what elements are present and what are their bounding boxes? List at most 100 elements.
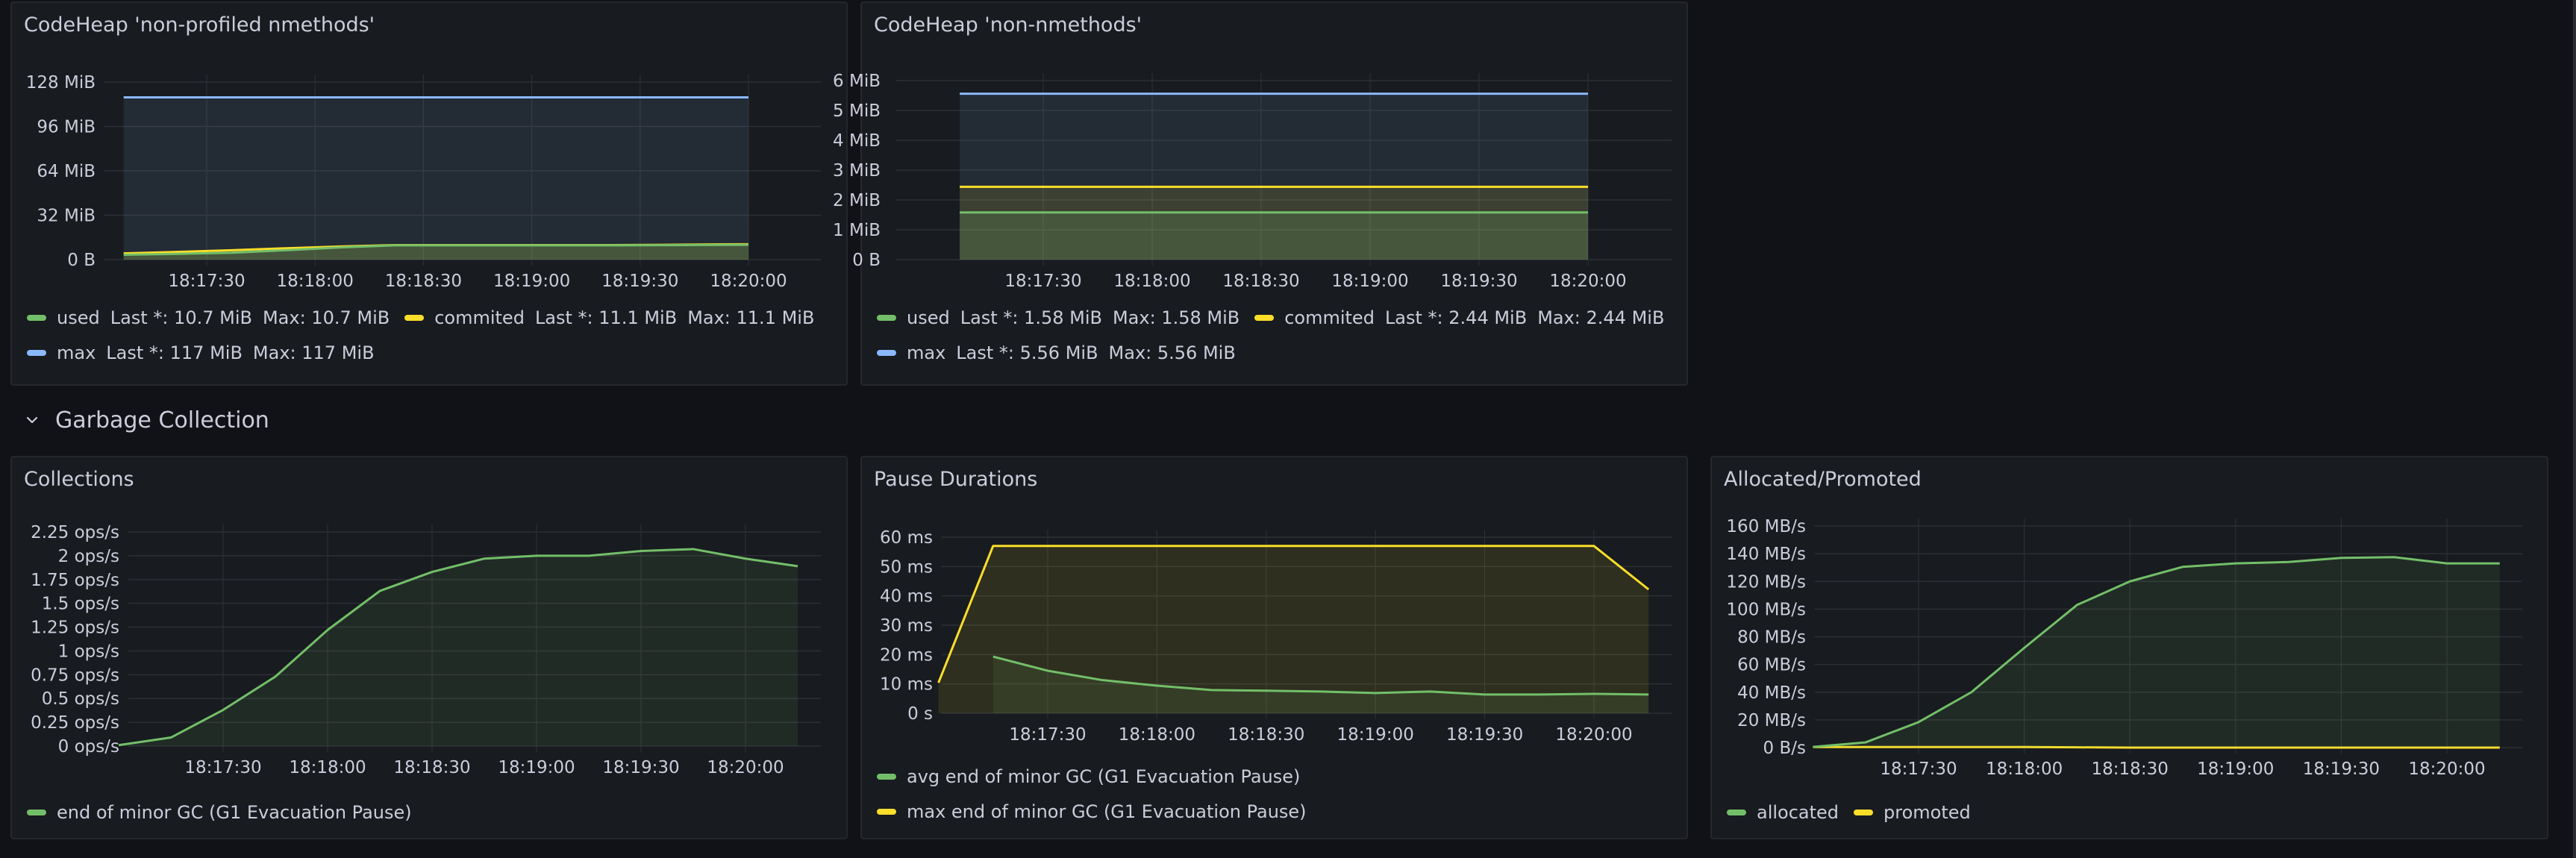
legend-label: max: [57, 342, 96, 363]
x-tick-label: 18:20:00: [710, 272, 787, 291]
legend-label: used: [57, 307, 100, 328]
legend-swatch-icon: [27, 350, 46, 356]
y-tick-label: 1 MiB: [833, 221, 881, 240]
chart-0: 0 B 32 MiB 64 MiB 96 MiB 128 MiB 18:17:30 18:1…: [26, 73, 821, 291]
y-tick-label: 50 ms: [880, 557, 933, 577]
chart-4: 0 B/s 20 MB/s 40 MB/s 60 MB/s 80 MB/s 100 MB/…: [1726, 517, 2522, 779]
y-tick-label: 5 MiB: [833, 101, 881, 121]
x-tick-label: 18:17:30: [184, 758, 261, 777]
x-tick-label: 18:19:30: [2303, 760, 2380, 779]
y-tick-label: 60 ms: [880, 528, 933, 548]
y-tick-label: 120 MB/s: [1726, 572, 1806, 592]
y-tick-label: 0 B/s: [1763, 739, 1806, 758]
legend-item[interactable]: avg end of minor GC (G1 Evacuation Pause…: [877, 766, 1300, 787]
x-tick-label: 18:19:30: [601, 272, 678, 291]
y-tick-label: 0 B: [852, 251, 881, 270]
legend-label: max end of minor GC (G1 Evacuation Pause…: [907, 801, 1307, 822]
legend-stat-max: Max: 11.1 MiB: [687, 307, 815, 328]
legend-item[interactable]: used Last *: 10.7 MiB Max: 10.7 MiB: [27, 307, 390, 328]
series-area-used: [960, 212, 1588, 260]
legend-stat-last: Last *: 2.44 MiB: [1384, 307, 1528, 328]
y-tick-label: 2 ops/s: [58, 547, 119, 566]
x-tick-label: 18:17:30: [1009, 725, 1086, 745]
x-tick-label: 18:19:30: [602, 758, 679, 777]
legend-swatch-icon: [27, 810, 46, 815]
legend-row: allocated promoted: [1727, 802, 1986, 823]
legend-swatch-icon: [27, 315, 46, 321]
y-tick-label: 1 ops/s: [58, 642, 119, 661]
legend-item[interactable]: commited Last *: 2.44 MiB Max: 2.44 MiB: [1254, 307, 1664, 328]
x-tick-label: 18:20:00: [2408, 760, 2485, 779]
legend-item[interactable]: promoted: [1854, 802, 1971, 823]
legend-label: used: [907, 307, 950, 328]
legend-label: commited: [1284, 307, 1375, 328]
legend-stat-max: Max: 1.58 MiB: [1112, 307, 1240, 328]
legend-item[interactable]: used Last *: 1.58 MiB Max: 1.58 MiB: [877, 307, 1239, 328]
y-tick-label: 4 MiB: [833, 131, 881, 151]
legend-row: max Last *: 117 MiB Max: 117 MiB: [27, 342, 390, 363]
chart-3: 0 s 10 ms 20 ms 30 ms 40 ms 50 ms 60 ms 18:17:3…: [880, 528, 1672, 745]
x-tick-label: 18:18:00: [277, 272, 354, 291]
x-tick-label: 18:18:30: [1222, 272, 1299, 291]
legend-item[interactable]: end of minor GC (G1 Evacuation Pause): [27, 802, 412, 823]
x-tick-label: 18:19:00: [1337, 725, 1414, 745]
y-tick-label: 64 MiB: [37, 162, 96, 181]
y-tick-label: 1.75 ops/s: [31, 571, 119, 590]
y-tick-label: 1.5 ops/s: [42, 595, 119, 614]
x-tick-label: 18:17:30: [168, 272, 245, 291]
legend-item[interactable]: max Last *: 117 MiB Max: 117 MiB: [27, 342, 375, 363]
page-scrollbar[interactable]: [2573, 0, 2576, 858]
x-tick-label: 18:18:00: [289, 758, 366, 777]
y-tick-label: 80 MB/s: [1737, 628, 1806, 648]
legend-stat-max: Max: 10.7 MiB: [262, 307, 390, 328]
y-tick-label: 60 MB/s: [1737, 656, 1806, 675]
x-tick-label: 18:19:30: [1446, 725, 1523, 745]
legend-item[interactable]: max Last *: 5.56 MiB Max: 5.56 MiB: [877, 342, 1236, 363]
legend-label: avg end of minor GC (G1 Evacuation Pause…: [907, 766, 1301, 787]
y-tick-label: 2 MiB: [833, 191, 881, 210]
legend-stat-last: Last *: 117 MiB: [106, 342, 243, 363]
legend-stat-max: Max: 117 MiB: [252, 342, 375, 363]
x-tick-label: 18:20:00: [1555, 725, 1632, 745]
legend-item[interactable]: commited Last *: 11.1 MiB Max: 11.1 MiB: [404, 307, 814, 328]
legend-stat-last: Last *: 11.1 MiB: [534, 307, 678, 328]
legend-item[interactable]: allocated: [1727, 802, 1839, 823]
legend-row: max Last *: 5.56 MiB Max: 5.56 MiB: [877, 342, 1251, 363]
y-tick-label: 0 ops/s: [58, 737, 119, 757]
x-tick-label: 18:18:00: [1113, 272, 1190, 291]
y-tick-label: 6 MiB: [833, 72, 881, 91]
y-tick-label: 128 MiB: [26, 73, 96, 93]
charts-layer: 0 B 32 MiB 64 MiB 96 MiB 128 MiB 18:17:30 18:1…: [26, 72, 2522, 779]
legend-swatch-icon: [1727, 810, 1746, 815]
y-tick-label: 30 ms: [880, 616, 933, 636]
legend-row: avg end of minor GC (G1 Evacuation Pause…: [877, 766, 1315, 787]
y-tick-label: 96 MiB: [37, 118, 96, 137]
legend-item[interactable]: max end of minor GC (G1 Evacuation Pause…: [877, 801, 1307, 822]
x-tick-label: 18:17:30: [1880, 760, 1957, 779]
legend-label: max: [907, 342, 946, 363]
chart-2: 0 ops/s 0.25 ops/s 0.5 ops/s 0.75 ops/s 1 op…: [31, 523, 821, 777]
y-tick-label: 0.25 ops/s: [31, 713, 119, 733]
legend-stat-max: Max: 5.56 MiB: [1108, 342, 1236, 363]
legend-swatch-icon: [877, 315, 896, 321]
series-area-max: [123, 97, 748, 260]
x-tick-label: 18:18:30: [385, 272, 462, 291]
x-tick-label: 18:18:30: [2092, 760, 2169, 779]
legend-swatch-icon: [1854, 810, 1874, 815]
x-tick-label: 18:19:30: [1440, 272, 1517, 291]
legend-row: end of minor GC (G1 Evacuation Pause): [27, 802, 427, 823]
y-tick-label: 160 MB/s: [1726, 517, 1806, 536]
x-tick-label: 18:20:00: [1549, 272, 1626, 291]
legend-label: allocated: [1757, 802, 1839, 823]
x-tick-label: 18:19:00: [498, 758, 575, 777]
y-tick-label: 0 B: [67, 251, 96, 270]
legend-stat-max: Max: 2.44 MiB: [1537, 307, 1665, 328]
legend-stat-last: Last *: 1.58 MiB: [960, 307, 1102, 328]
x-tick-label: 18:18:00: [1119, 725, 1195, 745]
legend-stat-last: Last *: 5.56 MiB: [956, 342, 1098, 363]
x-tick-label: 18:19:00: [493, 272, 570, 291]
x-tick-label: 18:18:30: [393, 758, 470, 777]
x-tick-label: 18:18:00: [1986, 760, 2063, 779]
x-tick-label: 18:18:30: [1228, 725, 1304, 745]
y-tick-label: 1.25 ops/s: [31, 619, 119, 638]
